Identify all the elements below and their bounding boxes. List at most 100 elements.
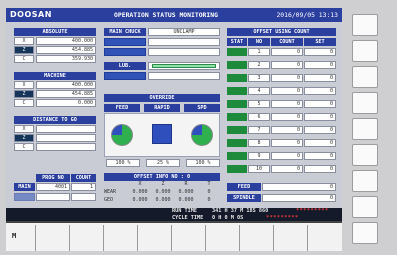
offset-col-t: T bbox=[207, 181, 211, 187]
prog-extra-value bbox=[36, 193, 70, 201]
col-no: NO bbox=[248, 38, 270, 46]
offset-count: 0 bbox=[271, 126, 303, 134]
absolute-axis-z: Z bbox=[14, 46, 34, 54]
softkey-4[interactable] bbox=[104, 225, 138, 251]
distance-value-c bbox=[36, 143, 96, 151]
rapid-override-gauge bbox=[152, 124, 172, 144]
softkey-6[interactable] bbox=[172, 225, 206, 251]
offset-stat-indicator bbox=[227, 152, 247, 160]
distance-axis-x: X bbox=[14, 125, 34, 133]
absolute-axis-x: X bbox=[14, 37, 34, 45]
geo-t: 0 bbox=[207, 197, 211, 203]
offset-count: 0 bbox=[271, 113, 303, 121]
offset-row-geo: GEO bbox=[104, 197, 114, 203]
absolute-header: ABSOLUTE bbox=[14, 28, 96, 36]
brand-logo: DOOSAN bbox=[10, 10, 52, 19]
offset-count: 0 bbox=[271, 61, 303, 69]
offset-no: 8 bbox=[248, 139, 270, 147]
offset-stat-indicator bbox=[227, 48, 247, 56]
cnc-screen: DOOSAN OPERATION STATUS MONITORING 2016/… bbox=[6, 8, 342, 251]
feed-label: FEED bbox=[227, 183, 261, 191]
offset-no: 7 bbox=[248, 126, 270, 134]
feed-value: 0 bbox=[262, 183, 336, 191]
distance-value-x bbox=[36, 125, 96, 133]
offset-stat-indicator bbox=[227, 74, 247, 82]
machine-axis-z: Z bbox=[14, 90, 34, 98]
distance-axis-c: C bbox=[14, 143, 34, 151]
main-chuck-label: MAIN CHUCK bbox=[104, 28, 146, 36]
softkey-7[interactable] bbox=[206, 225, 240, 251]
run-time-bar: RUN TIME 341 H 37 M 18S 860 ********* CY… bbox=[6, 208, 342, 221]
offset-set: 0 bbox=[304, 74, 336, 82]
offset-count: 0 bbox=[271, 74, 303, 82]
side-key-2[interactable] bbox=[352, 40, 378, 62]
wear-x: 0.000 bbox=[132, 189, 148, 195]
absolute-value-x: 400.000 bbox=[36, 37, 96, 45]
count-extra-value bbox=[71, 193, 96, 201]
side-key-8[interactable] bbox=[352, 196, 378, 218]
side-key-5[interactable] bbox=[352, 118, 378, 140]
wear-r: 0.000 bbox=[178, 189, 194, 195]
side-key-3[interactable] bbox=[352, 66, 378, 88]
clock: 2016/09/05 13:13 bbox=[276, 11, 338, 19]
machine-header: MACHINE bbox=[14, 72, 96, 80]
offset-set: 0 bbox=[304, 152, 336, 160]
page-title: OPERATION STATUS MONITORING bbox=[114, 11, 218, 19]
chuck-blank-1 bbox=[104, 38, 146, 46]
machine-axis-x: X bbox=[14, 81, 34, 89]
offset-set: 0 bbox=[304, 165, 336, 173]
lub-blank bbox=[104, 72, 146, 80]
softkey-2[interactable] bbox=[36, 225, 70, 251]
offset-no: 3 bbox=[248, 74, 270, 82]
side-key-9[interactable] bbox=[352, 222, 378, 244]
offset-info-header: OFFSET INFO NO : 0 bbox=[104, 173, 220, 181]
machine-axis-c: C bbox=[14, 99, 34, 107]
offset-count: 0 bbox=[271, 139, 303, 147]
offset-col-z: Z bbox=[161, 181, 165, 187]
feed-override-gauge bbox=[111, 124, 133, 146]
softkey-9[interactable] bbox=[274, 225, 308, 251]
side-key-4[interactable] bbox=[352, 92, 378, 114]
title-bar: DOOSAN OPERATION STATUS MONITORING 2016/… bbox=[6, 8, 342, 22]
softkey-3[interactable] bbox=[70, 225, 104, 251]
prog-extra-cell bbox=[14, 193, 35, 201]
offset-no: 5 bbox=[248, 100, 270, 108]
geo-x: 0.000 bbox=[132, 197, 148, 203]
prog-row-label: MAIN bbox=[14, 183, 35, 191]
offset-set: 0 bbox=[304, 100, 336, 108]
offset-no: 9 bbox=[248, 152, 270, 160]
offset-set: 0 bbox=[304, 48, 336, 56]
offset-stat-indicator bbox=[227, 113, 247, 121]
offset-no: 2 bbox=[248, 61, 270, 69]
softkey-1[interactable] bbox=[6, 225, 36, 251]
geo-z: 0.000 bbox=[155, 197, 171, 203]
side-key-6[interactable] bbox=[352, 144, 378, 166]
softkey-8[interactable] bbox=[240, 225, 274, 251]
chuck-blank-2 bbox=[104, 48, 146, 56]
override-spd-label: SPD bbox=[184, 104, 220, 112]
rapid-override-value: 25 % bbox=[146, 159, 180, 167]
offset-no: 10 bbox=[248, 165, 270, 173]
col-set: SET bbox=[304, 38, 336, 46]
offset-count: 0 bbox=[271, 48, 303, 56]
softkey-5[interactable] bbox=[138, 225, 172, 251]
chuck-blank-value-2 bbox=[148, 48, 220, 56]
chuck-blank-value-1 bbox=[148, 38, 220, 46]
side-key-7[interactable] bbox=[352, 170, 378, 192]
machine-value-z: 454.885 bbox=[36, 90, 96, 98]
feed-override-value: 100 % bbox=[106, 159, 140, 167]
offset-set: 0 bbox=[304, 139, 336, 147]
side-key-1[interactable] bbox=[352, 14, 378, 36]
spindle-value: 0 bbox=[262, 194, 336, 202]
offset-set: 0 bbox=[304, 61, 336, 69]
machine-value-c: 0.000 bbox=[36, 99, 96, 107]
offset-stat-indicator bbox=[227, 61, 247, 69]
absolute-value-z: 454.885 bbox=[36, 46, 96, 54]
lub-label: LUB. bbox=[104, 62, 146, 70]
offset-stat-indicator bbox=[227, 87, 247, 95]
offset-stat-indicator bbox=[227, 165, 247, 173]
lub-blank-value bbox=[148, 72, 220, 80]
wear-z: 0.000 bbox=[155, 189, 171, 195]
lub-indicator bbox=[148, 62, 220, 70]
softkey-10[interactable] bbox=[308, 225, 342, 251]
